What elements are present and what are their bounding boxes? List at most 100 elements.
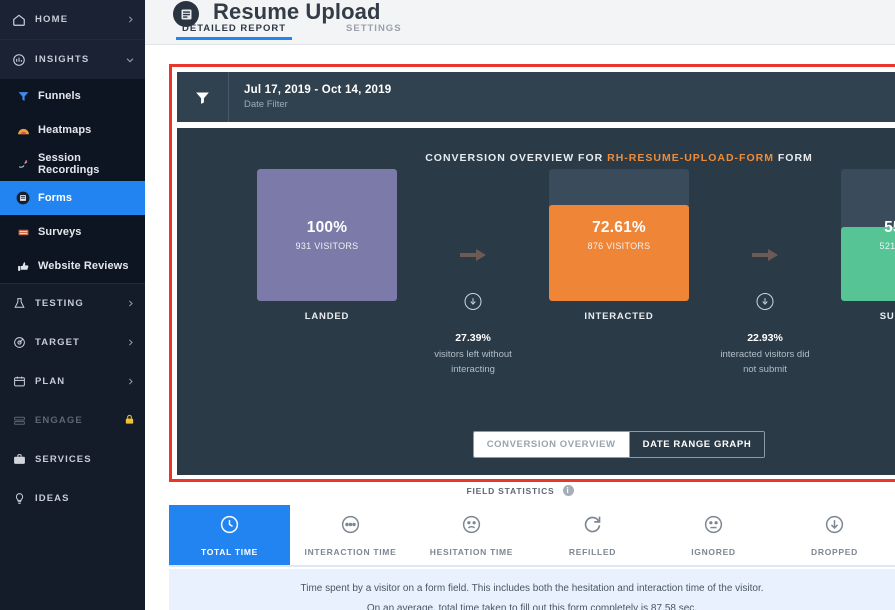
conversion-title-prefix: CONVERSION OVERVIEW FOR (425, 152, 604, 164)
surveys-icon (16, 225, 30, 239)
sidebar-item-session-recordings-label: Session Recordings (38, 152, 100, 176)
right-arrow-icon (752, 245, 778, 267)
session-recordings-icon (16, 157, 30, 171)
sidebar-item-heatmaps-label: Heatmaps (38, 124, 92, 136)
bar-percent-landed: 100% (306, 219, 348, 236)
sidebar-item-ideas[interactable]: IDEAS (0, 479, 145, 518)
funnel-bar-submitted: 55.96% 521 VISITORS (841, 169, 895, 301)
chart-view-toggle: CONVERSION OVERVIEW DATE RANGE GRAPH (177, 431, 895, 458)
sidebar-item-website-reviews[interactable]: Website Reviews (0, 249, 145, 283)
bar-percent-interacted: 72.61% (592, 219, 646, 236)
plan-icon (12, 375, 26, 389)
date-filter-bar[interactable]: Jul 17, 2019 - Oct 14, 2019 Date Filter (177, 72, 895, 122)
dropoff-text-1: visitors left without interacting (434, 349, 512, 375)
sidebar-item-home[interactable]: HOME (0, 0, 145, 39)
conversion-form-name: RH-RESUME-UPLOAD-FORM (607, 152, 774, 164)
field-statistics-tabs: TOTAL TIME INTERACTION TIME HESITATION T… (169, 505, 895, 567)
dropoff-percent-2: 22.93% (747, 332, 783, 344)
date-filter-sublabel: Date Filter (244, 99, 288, 110)
description-line-2: On an average, total time taken to fill … (366, 603, 698, 610)
sidebar-item-forms[interactable]: Forms (0, 181, 145, 215)
sidebar-item-funnels-label: Funnels (38, 90, 81, 102)
dropoff-percent-1: 27.39% (455, 332, 491, 344)
stat-tab-interaction-time[interactable]: INTERACTION TIME (290, 505, 411, 565)
toggle-date-range-graph[interactable]: DATE RANGE GRAPH (628, 432, 765, 457)
funnels-icon (16, 89, 30, 103)
bar-visitors-landed: 931 VISITORS (295, 241, 359, 251)
stat-tab-hesitation-time[interactable]: HESITATION TIME (411, 505, 532, 565)
heatmaps-icon (16, 123, 30, 137)
stat-tab-refilled[interactable]: REFILLED (532, 505, 653, 565)
bar-labels-interacted: 72.61% 876 VISITORS (549, 219, 689, 251)
funnel-bar-interacted: 72.61% 876 VISITORS (549, 169, 689, 301)
sidebar-item-surveys[interactable]: Surveys (0, 215, 145, 249)
chevron-right-icon (125, 377, 135, 387)
conversion-overview-panel: CONVERSION OVERVIEW FOR RH-RESUME-UPLOAD… (177, 128, 895, 475)
dropoff-info-1: 27.39% visitors left without interacting (427, 332, 519, 377)
engage-icon (12, 414, 26, 428)
page-title: Resume Upload (213, 0, 381, 24)
sad-face-icon (461, 514, 482, 540)
dots-face-icon (340, 514, 361, 540)
chevron-right-icon (125, 15, 135, 25)
ideas-icon (12, 492, 26, 506)
sidebar-item-target-label: TARGET (35, 337, 80, 348)
funnel-stage-label-landed: LANDED (304, 311, 350, 322)
field-statistics-label: FIELD STATISTICS (466, 485, 555, 496)
funnel-stage-interacted[interactable]: 72.61% 876 VISITORS INTERACTED (549, 169, 689, 322)
sidebar-item-session-recordings[interactable]: Session Recordings (0, 147, 145, 181)
stat-tab-total-time[interactable]: TOTAL TIME (169, 505, 290, 565)
stat-tab-refilled-label: REFILLED (568, 546, 617, 557)
sidebar-top-group: HOME INSIGHTS (0, 0, 145, 79)
sidebar-item-target[interactable]: TARGET (0, 323, 145, 362)
insights-icon (12, 53, 26, 67)
stat-tab-ignored-label: IGNORED (691, 546, 736, 557)
main-content: Resume Upload DETAILED REPORT SETTINGS J… (145, 0, 895, 610)
funnel-stage-landed[interactable]: 100% 931 VISITORS LANDED (257, 169, 397, 322)
info-icon[interactable]: i (562, 485, 574, 496)
sidebar-item-forms-label: Forms (38, 192, 73, 204)
funnel-stage-label-submitted: SUBMITTED (879, 311, 895, 322)
stat-tab-total-time-label: TOTAL TIME (200, 546, 259, 557)
tab-settings[interactable]: SETTINGS (340, 23, 408, 40)
description-line-1: Time spent by a visitor on a form field.… (300, 583, 764, 594)
sidebar-item-engage[interactable]: ENGAGE (0, 401, 145, 440)
field-statistics-description: Time spent by a visitor on a form field.… (169, 569, 895, 610)
sidebar-item-services-label: SERVICES (35, 454, 92, 465)
tab-detailed-report[interactable]: DETAILED REPORT (176, 23, 293, 40)
funnel-dropoff-1: 27.39% visitors left without interacting (423, 190, 523, 375)
funnel-bar-landed: 100% 931 VISITORS (257, 169, 397, 301)
stat-tab-ignored[interactable]: IGNORED (653, 505, 774, 565)
funnel-stage-submitted[interactable]: 55.96% 521 VISITORS SUBMITTED (841, 169, 895, 322)
stat-tab-interaction-time-label: INTERACTION TIME (304, 546, 397, 557)
sidebar-item-testing[interactable]: TESTING (0, 284, 145, 323)
chevron-right-icon (125, 299, 135, 309)
toggle-group: CONVERSION OVERVIEW DATE RANGE GRAPH (472, 431, 766, 458)
funnel-filter-icon[interactable] (177, 72, 229, 122)
target-icon (12, 336, 26, 350)
sidebar-item-surveys-label: Surveys (38, 226, 82, 238)
bar-labels-landed: 100% 931 VISITORS (257, 219, 397, 251)
toggle-conversion-overview[interactable]: CONVERSION OVERVIEW (473, 432, 629, 457)
bar-visitors-interacted: 876 VISITORS (587, 241, 651, 251)
sidebar-item-services[interactable]: SERVICES (0, 440, 145, 479)
sidebar-item-funnels[interactable]: Funnels (0, 79, 145, 113)
down-arrow-circle-icon (756, 293, 774, 310)
sidebar-insights-children: Funnels Heatmaps Session Recordings Form… (0, 79, 145, 283)
page-header: Resume Upload (145, 0, 895, 27)
dropoff-text-2: interacted visitors did not submit (720, 349, 810, 375)
sidebar-item-plan-label: PLAN (35, 376, 66, 387)
sidebar-item-plan[interactable]: PLAN (0, 362, 145, 401)
services-icon (12, 453, 26, 467)
conversion-title-suffix: FORM (777, 152, 813, 164)
highlight-box: Jul 17, 2019 - Oct 14, 2019 Date Filter … (169, 64, 895, 482)
stat-tab-dropped[interactable]: DROPPED (774, 505, 895, 565)
sidebar-item-insights[interactable]: INSIGHTS (0, 40, 145, 79)
date-filter-text: Jul 17, 2019 - Oct 14, 2019 Date Filter (229, 72, 391, 122)
down-arrow-circle-icon (464, 293, 482, 310)
lock-icon (124, 414, 135, 428)
refresh-icon (582, 514, 603, 540)
sidebar-item-heatmaps[interactable]: Heatmaps (0, 113, 145, 147)
bar-labels-submitted: 55.96% 521 VISITORS (841, 219, 895, 251)
sidebar-item-insights-label: INSIGHTS (35, 54, 90, 65)
